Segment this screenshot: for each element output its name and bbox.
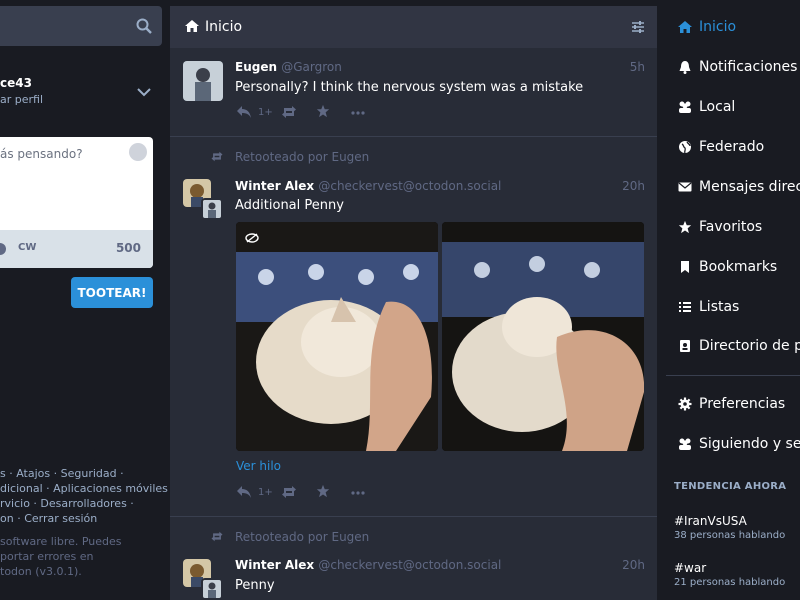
column-title: Inicio xyxy=(205,19,243,35)
trend-hashtag[interactable]: #war xyxy=(674,561,706,575)
star-icon xyxy=(678,220,692,234)
privacy-globe-icon[interactable] xyxy=(0,242,8,256)
status-author[interactable]: Winter Alex @checkervest@octodon.social xyxy=(235,558,501,572)
profile-name[interactable]: ce43 xyxy=(0,76,32,90)
reply-icon[interactable] xyxy=(236,105,252,119)
footer-links[interactable]: on · Cerrar sesión xyxy=(0,512,97,525)
nav-item-notifications[interactable]: Notificaciones xyxy=(678,57,797,77)
bell-icon xyxy=(679,61,691,74)
content-warning-button[interactable]: CW xyxy=(18,242,36,253)
about-text: portar errores en xyxy=(0,550,94,563)
booster-avatar[interactable] xyxy=(201,578,223,600)
home-column: Inicio Eugen @Gargron 5h Personally? I t… xyxy=(170,6,657,600)
about-text: software libre. Puedes xyxy=(0,535,122,548)
edit-profile-link[interactable]: ar perfil xyxy=(0,93,43,106)
status-content: Personally? I think the nervous system w… xyxy=(235,80,584,95)
address-book-icon xyxy=(680,340,690,352)
favourite-icon[interactable] xyxy=(315,104,331,118)
boost-icon xyxy=(211,151,223,162)
globe-icon xyxy=(679,141,691,154)
footer-links[interactable]: dicional · Aplicaciones móviles · xyxy=(0,482,175,495)
hide-media-icon[interactable] xyxy=(245,233,259,243)
nav-item-home[interactable]: Inicio xyxy=(678,17,736,37)
nav-item-directory[interactable]: Directorio de perf xyxy=(678,336,800,356)
status-time[interactable]: 20h xyxy=(622,558,645,572)
compose-textarea[interactable]: ás pensando? xyxy=(0,147,83,161)
booster-avatar[interactable] xyxy=(201,198,223,220)
boost-icon[interactable] xyxy=(281,105,297,119)
search-box[interactable] xyxy=(0,6,162,46)
nav-item-favourites[interactable]: Favoritos xyxy=(678,217,762,237)
media-attachment[interactable] xyxy=(442,222,644,451)
favourite-icon[interactable] xyxy=(315,484,331,498)
divider xyxy=(170,516,657,517)
nav-item-local[interactable]: Local xyxy=(678,97,735,117)
status-author[interactable]: Winter Alex @checkervest@octodon.social xyxy=(235,179,501,193)
show-thread-link[interactable]: Ver hilo xyxy=(236,459,281,473)
nav-item-direct[interactable]: Mensajes directo xyxy=(678,177,800,197)
search-icon[interactable] xyxy=(136,18,152,34)
status-time[interactable]: 5h xyxy=(630,60,645,74)
column-header[interactable]: Inicio xyxy=(170,6,657,48)
reply-count: 1+ xyxy=(258,487,273,498)
home-icon xyxy=(678,21,692,33)
trend-hashtag[interactable]: #IranVsUSA xyxy=(674,514,747,528)
boost-icon[interactable] xyxy=(281,485,297,499)
chevron-down-icon[interactable] xyxy=(136,86,152,98)
nav-item-bookmarks[interactable]: Bookmarks xyxy=(678,257,777,277)
nav-item-follows[interactable]: Siguiendo y segu xyxy=(678,434,800,454)
compose-toolbar: CW 500 xyxy=(0,230,153,268)
trending-heading: TENDENCIA AHORA xyxy=(674,481,787,492)
status-content: Additional Penny xyxy=(235,198,344,213)
footer-links[interactable]: s · Atajos · Seguridad · xyxy=(0,467,124,480)
status-content: Penny xyxy=(235,578,275,593)
reply-count: 1+ xyxy=(258,107,273,118)
nav-item-preferences[interactable]: Preferencias xyxy=(678,394,785,414)
gear-icon xyxy=(678,397,692,411)
users-icon xyxy=(679,101,691,113)
home-icon xyxy=(185,20,199,32)
column-settings-icon[interactable] xyxy=(631,20,645,34)
divider xyxy=(666,375,800,376)
boosted-by-label[interactable]: Retooteado por Eugen xyxy=(235,530,369,544)
toot-button[interactable]: TOOTEAR! xyxy=(71,277,153,308)
emoji-picker-icon[interactable] xyxy=(129,143,147,161)
footer-links[interactable]: rvicio · Desarrolladores · xyxy=(0,497,134,510)
users-icon xyxy=(679,438,691,450)
media-attachment[interactable] xyxy=(236,222,438,451)
about-text[interactable]: todon (v3.0.1). xyxy=(0,565,82,578)
list-icon xyxy=(679,302,691,312)
trend-count: 38 personas hablando xyxy=(674,530,786,541)
envelope-icon xyxy=(678,182,692,192)
avatar[interactable] xyxy=(183,61,223,101)
more-icon[interactable] xyxy=(350,106,366,120)
compose-form: ás pensando? CW 500 xyxy=(0,137,153,268)
status-author[interactable]: Eugen @Gargron xyxy=(235,60,342,74)
character-counter: 500 xyxy=(115,241,141,255)
bookmark-icon xyxy=(681,261,689,273)
boosted-by-label[interactable]: Retooteado por Eugen xyxy=(235,150,369,164)
more-icon[interactable] xyxy=(350,486,366,500)
trend-count: 21 personas hablando xyxy=(674,577,786,588)
nav-item-federated[interactable]: Federado xyxy=(678,137,764,157)
nav-item-lists[interactable]: Listas xyxy=(678,297,739,317)
divider xyxy=(170,136,657,137)
status-time[interactable]: 20h xyxy=(622,179,645,193)
boost-icon xyxy=(211,531,223,542)
reply-icon[interactable] xyxy=(236,485,252,499)
